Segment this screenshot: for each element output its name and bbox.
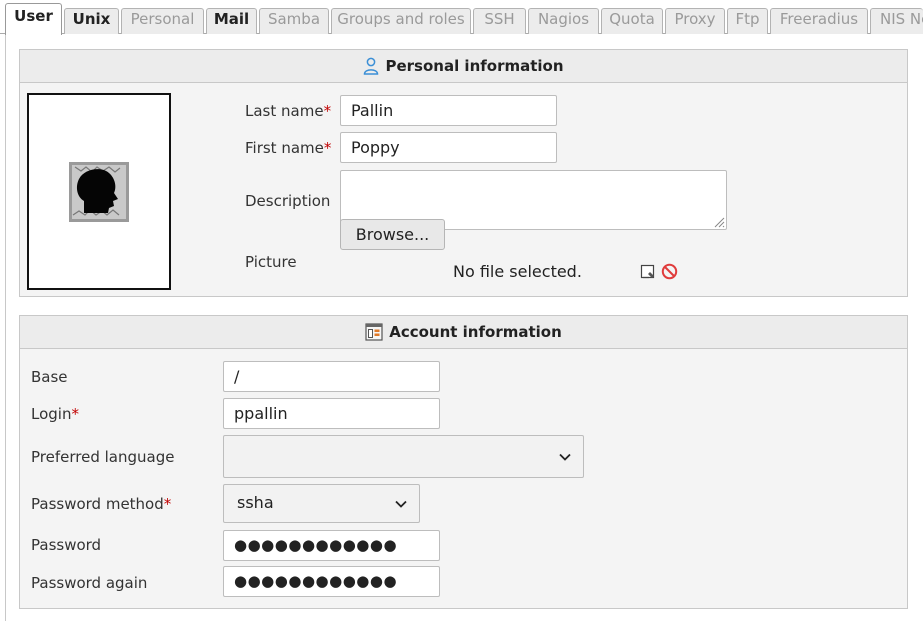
tab-mail[interactable]: Mail (206, 8, 257, 34)
description-label: Description (245, 192, 331, 210)
tab-groups-and-roles[interactable]: Groups and roles (331, 8, 471, 34)
tab-bar: User Unix Personal Mail Samba Groups and… (0, 0, 923, 35)
chevron-down-icon (559, 436, 571, 477)
last-name-input[interactable]: Pallin (340, 95, 557, 126)
browse-button[interactable]: Browse... (340, 219, 445, 250)
tab-proxy[interactable]: Proxy (665, 8, 725, 34)
base-input[interactable]: / (223, 361, 440, 392)
content-border (5, 34, 6, 621)
tab-personal[interactable]: Personal (121, 8, 204, 34)
account-information-section: Account information Base / Login* ppalli… (19, 315, 908, 609)
personal-information-section: Personal information Last name* Pallin F… (19, 49, 908, 297)
personal-information-header: Personal information (20, 50, 907, 83)
tab-nis-netgroup[interactable]: NIS Ne (870, 8, 923, 34)
first-name-input[interactable]: Poppy (340, 132, 557, 163)
tab-unix[interactable]: Unix (64, 8, 119, 34)
account-icon (365, 323, 383, 341)
user-icon (363, 57, 379, 75)
file-status-text: No file selected. (453, 262, 582, 281)
remove-picture-icon[interactable] (661, 263, 678, 284)
resize-handle-icon[interactable] (713, 216, 725, 228)
chevron-down-icon (395, 485, 407, 522)
default-avatar-icon (69, 162, 129, 222)
first-name-label: First name* (245, 139, 332, 157)
tab-ftp[interactable]: Ftp (727, 8, 768, 34)
password-again-input[interactable]: ●●●●●●●●●●●● (223, 566, 440, 597)
personal-information-title: Personal information (385, 57, 564, 75)
password-label: Password (31, 536, 102, 554)
tab-nagios[interactable]: Nagios (528, 8, 599, 34)
update-picture-icon[interactable] (640, 264, 656, 284)
last-name-label: Last name* (245, 102, 332, 120)
password-again-label: Password again (31, 574, 148, 592)
preferred-language-label: Preferred language (31, 448, 175, 466)
account-information-title: Account information (389, 323, 562, 341)
picture-label: Picture (245, 253, 297, 271)
base-label: Base (31, 368, 68, 386)
account-information-header: Account information (20, 316, 907, 349)
password-input[interactable]: ●●●●●●●●●●●● (223, 530, 440, 561)
password-method-label: Password method* (31, 495, 172, 513)
tab-quota[interactable]: Quota (601, 8, 663, 34)
login-input[interactable]: ppallin (223, 398, 440, 429)
tab-ssh[interactable]: SSH (473, 8, 526, 34)
tab-samba[interactable]: Samba (259, 8, 329, 34)
tab-freeradius[interactable]: Freeradius (770, 8, 868, 34)
login-label: Login* (31, 405, 79, 423)
password-method-select[interactable]: ssha (223, 484, 420, 523)
tab-user[interactable]: User (5, 3, 62, 35)
user-photo (27, 93, 171, 290)
preferred-language-select[interactable] (223, 435, 584, 478)
